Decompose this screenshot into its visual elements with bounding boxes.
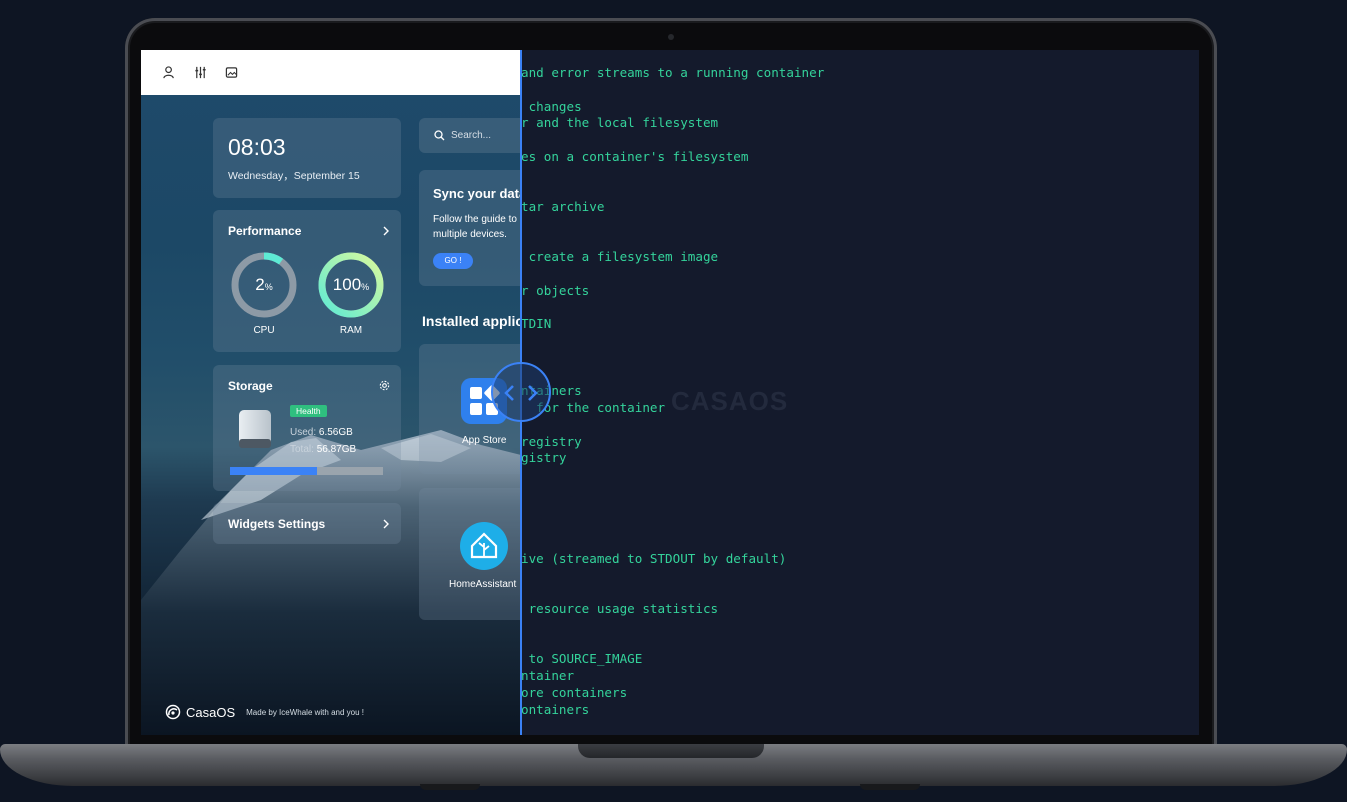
compare-slider-handle[interactable] — [491, 362, 551, 422]
performance-title: Performance — [228, 224, 302, 238]
terminal-line: r objects — [521, 282, 590, 298]
sync-line-2: multiple devices. — [433, 229, 507, 240]
clock-widget: 08:03 Wednesday，September 15 — [213, 118, 401, 198]
terminal-line: changes — [521, 98, 582, 114]
sync-card: Sync your data Follow the guide to multi… — [419, 170, 521, 286]
casaos-footer: CasaOS Made by IceWhale with and you ! — [165, 704, 364, 720]
ram-value-number: 100 — [332, 275, 362, 294]
ram-value: 100% — [317, 275, 385, 295]
wallpaper-icon[interactable] — [225, 66, 238, 79]
widgets-settings-button[interactable]: Widgets Settings — [213, 503, 401, 544]
app-label: HomeAssistant — [449, 579, 517, 590]
ram-label: RAM — [339, 325, 363, 336]
storage-total: Total: 56.87GB — [290, 444, 356, 455]
chevron-right-icon[interactable] — [381, 226, 391, 236]
app-label: App Store — [462, 435, 507, 446]
terminal-line: ore containers — [521, 684, 628, 700]
clock-time: 08:03 — [228, 134, 286, 160]
laptop-foot — [860, 784, 920, 790]
terminal-line: r and the local filesystem — [521, 115, 719, 131]
casaos-dashboard: 08:03 Wednesday，September 15 Performance… — [141, 50, 521, 735]
terminal-line: ntainer — [521, 668, 575, 683]
go-button[interactable]: GO ! — [433, 253, 473, 269]
camera-dot — [668, 34, 674, 40]
screen: 08:03 Wednesday，September 15 Performance… — [141, 50, 1199, 735]
search-icon — [434, 130, 445, 141]
search-input[interactable]: Search... — [419, 118, 521, 153]
terminal-line: create a filesystem image — [521, 249, 719, 265]
terminal-line: ontainers — [521, 701, 590, 717]
terminal-line: gistry — [521, 450, 567, 466]
casaos-logo-icon — [165, 704, 181, 720]
chevron-left-right-icon — [504, 385, 538, 401]
widgets-settings-label: Widgets Settings — [228, 517, 326, 531]
health-badge: Health — [290, 405, 327, 417]
installed-apps-title: Installed applications — [422, 313, 521, 329]
user-icon[interactable] — [163, 66, 176, 79]
storage-widget: Storage Health Used: 6.56GB Total: 56.87… — [213, 365, 401, 491]
clock-date: Wednesday，September 15 — [228, 170, 360, 182]
sync-title: Sync your data — [433, 186, 521, 201]
terminal-line: and error streams to a running container — [521, 65, 825, 80]
ram-unit: % — [361, 282, 370, 292]
terminal-line: resource usage statistics — [521, 601, 719, 616]
chevron-right-icon — [383, 519, 389, 529]
storage-usage-bar — [230, 467, 383, 475]
sliders-icon[interactable] — [194, 66, 207, 79]
performance-widget: Performance 2% CPU 100% RAM — [213, 210, 401, 352]
used-value: 6.56GB — [318, 427, 353, 438]
app-tile-home-assistant[interactable]: HomeAssistant — [419, 488, 521, 620]
terminal-line: ive (streamed to STDOUT by default) — [521, 550, 787, 566]
terminal-line: TDIN — [521, 316, 552, 332]
terminal-line: es on a container's filesystem — [521, 148, 749, 164]
terminal-line: to SOURCE_IMAGE — [521, 651, 643, 667]
storage-usage-fill — [230, 467, 318, 475]
laptop-notch — [578, 744, 764, 758]
search-placeholder: Search... — [451, 130, 492, 141]
used-label: Used: — [290, 427, 317, 438]
storage-title: Storage — [228, 379, 273, 393]
terminal-line: registry — [521, 433, 582, 449]
cpu-unit: % — [264, 282, 273, 292]
terminal-line: tar archive — [521, 199, 605, 214]
storage-used: Used: 6.56GB — [290, 427, 353, 438]
laptop-foot — [420, 784, 480, 790]
cpu-value: 2% — [230, 275, 298, 295]
casaos-brand: CasaOS — [186, 704, 236, 720]
total-label: Total: — [290, 444, 314, 455]
footer-credit: Made by IceWhale with and you ! — [246, 707, 364, 717]
cpu-value-number: 2 — [255, 275, 265, 294]
cpu-label: CPU — [253, 325, 275, 336]
sync-body: Follow the guide to multiple devices. — [433, 212, 517, 242]
terminal-panel: CASAOS and error streams to a running co… — [521, 50, 1199, 735]
terminal-watermark: CASAOS — [671, 386, 789, 416]
home-assistant-icon — [460, 522, 508, 570]
disk-icon — [239, 410, 271, 448]
total-value: 56.87GB — [316, 444, 357, 455]
top-toolbar — [141, 50, 521, 95]
gear-icon[interactable] — [379, 380, 390, 391]
sync-line-1: Follow the guide to — [433, 214, 517, 225]
